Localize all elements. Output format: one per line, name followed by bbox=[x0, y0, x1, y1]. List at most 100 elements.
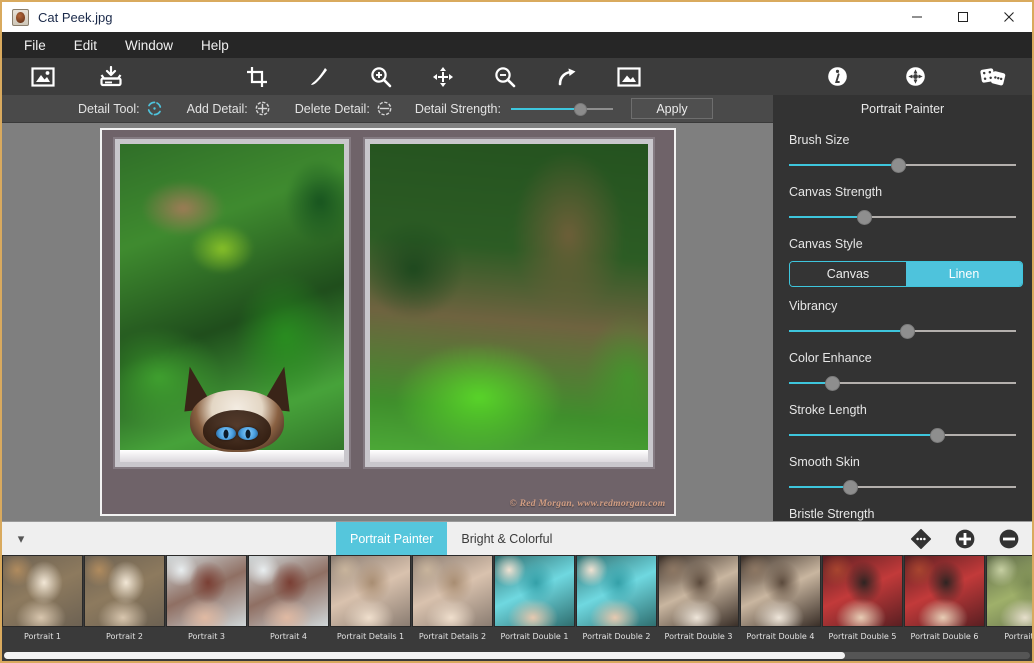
preset-thumbnail[interactable]: Portrait Double 6 bbox=[904, 555, 985, 641]
preset-thumbnail[interactable]: Portrait Double 4 bbox=[740, 555, 821, 641]
preset-thumbnail-image[interactable] bbox=[576, 555, 657, 627]
preset-thumbnail-image[interactable] bbox=[330, 555, 411, 627]
preset-options-icon[interactable] bbox=[910, 528, 932, 550]
pan-move-icon[interactable] bbox=[420, 60, 466, 93]
delete-detail-icon[interactable] bbox=[376, 100, 393, 117]
remove-preset-icon[interactable] bbox=[998, 528, 1020, 550]
apply-button[interactable]: Apply bbox=[631, 98, 713, 119]
control-vibrancy: Vibrancy bbox=[789, 299, 1016, 339]
preset-thumbnail-image[interactable] bbox=[84, 555, 165, 627]
preset-actions bbox=[910, 528, 1020, 550]
zoom-in-icon[interactable] bbox=[358, 60, 404, 93]
minimize-button[interactable] bbox=[894, 2, 940, 32]
thumbnail-scrollbar[interactable] bbox=[4, 652, 1030, 659]
cat-subject bbox=[176, 366, 298, 452]
brush-icon[interactable] bbox=[296, 60, 342, 93]
preset-thumbnail-image[interactable] bbox=[740, 555, 821, 627]
canvas-strength-slider[interactable] bbox=[789, 209, 1016, 225]
preset-thumbnail[interactable]: Portrait Details 2 bbox=[412, 555, 493, 641]
preset-thumbnail-image[interactable] bbox=[822, 555, 903, 627]
vibrancy-slider[interactable] bbox=[789, 323, 1016, 339]
main-content: © Red Morgan, www.redmorgan.com Brush Si… bbox=[2, 123, 1032, 521]
preset-thumbnail[interactable]: Portrait 1 bbox=[2, 555, 83, 641]
chevron-down-icon[interactable]: ▾ bbox=[2, 531, 40, 547]
slider-knob[interactable] bbox=[930, 428, 945, 443]
preset-thumbnail-label: Portrait Pet bbox=[986, 632, 1032, 641]
cat-face-mask bbox=[203, 410, 271, 450]
preset-thumbnail-label: Portrait Details 2 bbox=[412, 632, 493, 641]
preset-thumbnail[interactable]: Portrait Details 1 bbox=[330, 555, 411, 641]
add-detail-label: Add Detail: bbox=[187, 102, 248, 116]
slider-fill bbox=[789, 486, 850, 488]
preset-thumbnail-label: Portrait Details 1 bbox=[330, 632, 411, 641]
preset-thumbnail[interactable]: Portrait 4 bbox=[248, 555, 329, 641]
canvas-style-option-canvas[interactable]: Canvas bbox=[790, 262, 906, 286]
preset-thumbnail-image[interactable] bbox=[986, 555, 1032, 627]
preset-thumbnail-image[interactable] bbox=[248, 555, 329, 627]
toolbar bbox=[2, 58, 1032, 95]
control-stroke-length: Stroke Length bbox=[789, 403, 1016, 443]
slider-fill bbox=[789, 330, 907, 332]
preset-thumbnail[interactable]: Portrait Double 3 bbox=[658, 555, 739, 641]
image-canvas[interactable]: © Red Morgan, www.redmorgan.com bbox=[100, 128, 676, 516]
preset-thumbnail[interactable]: Portrait 3 bbox=[166, 555, 247, 641]
menu-item-edit[interactable]: Edit bbox=[60, 35, 111, 56]
canvas-style-option-linen[interactable]: Linen bbox=[906, 262, 1022, 286]
preset-thumbnail-image[interactable] bbox=[494, 555, 575, 627]
canvas-area[interactable]: © Red Morgan, www.redmorgan.com bbox=[2, 123, 773, 521]
save-image-icon[interactable] bbox=[88, 60, 134, 93]
crop-icon[interactable] bbox=[234, 60, 280, 93]
slider-knob[interactable] bbox=[857, 210, 872, 225]
preset-thumbnail-image[interactable] bbox=[412, 555, 493, 627]
control-label: Brush Size bbox=[789, 133, 1016, 147]
add-detail-icon[interactable] bbox=[254, 100, 271, 117]
title-bar: Cat Peek.jpg bbox=[2, 2, 1032, 32]
close-button[interactable] bbox=[986, 2, 1032, 32]
slider-knob[interactable] bbox=[900, 324, 915, 339]
dice-random-icon[interactable] bbox=[970, 60, 1016, 93]
menu-item-help[interactable]: Help bbox=[187, 35, 243, 56]
slider-knob[interactable] bbox=[891, 158, 906, 173]
maximize-button[interactable] bbox=[940, 2, 986, 32]
control-label: Canvas Strength bbox=[789, 185, 1016, 199]
preset-thumbnail-image[interactable] bbox=[166, 555, 247, 627]
preset-thumbnail[interactable]: Portrait Double 1 bbox=[494, 555, 575, 641]
preset-thumbnail-image[interactable] bbox=[658, 555, 739, 627]
preset-thumbnail[interactable]: Portrait Pet bbox=[986, 555, 1032, 641]
scrollbar-thumb[interactable] bbox=[4, 652, 845, 659]
menu-item-window[interactable]: Window bbox=[111, 35, 187, 56]
slider-knob[interactable] bbox=[843, 480, 858, 495]
panel-title: Portrait Painter bbox=[773, 95, 1032, 123]
preset-thumbnail-label: Portrait Double 2 bbox=[576, 632, 657, 641]
add-preset-icon[interactable] bbox=[954, 528, 976, 550]
preset-thumbnail[interactable]: Portrait Double 2 bbox=[576, 555, 657, 641]
menu-bar: File Edit Window Help bbox=[2, 32, 1032, 58]
preset-thumbnail-strip[interactable]: Portrait 1Portrait 2Portrait 3Portrait 4… bbox=[2, 555, 1032, 660]
menu-item-file[interactable]: File bbox=[10, 35, 60, 56]
preset-tab-bar: ▾ Portrait Painter Bright & Colorful bbox=[2, 521, 1032, 555]
tab-portrait-painter[interactable]: Portrait Painter bbox=[336, 522, 447, 556]
preset-thumbnail[interactable]: Portrait 2 bbox=[84, 555, 165, 641]
tab-bright-and-colorful[interactable]: Bright & Colorful bbox=[447, 522, 566, 556]
stroke-length-slider[interactable] bbox=[789, 427, 1016, 443]
smooth-skin-slider[interactable] bbox=[789, 479, 1016, 495]
preset-thumbnail-image[interactable] bbox=[904, 555, 985, 627]
slider-knob[interactable] bbox=[574, 103, 587, 116]
preset-thumbnail[interactable]: Portrait Double 5 bbox=[822, 555, 903, 641]
brush-size-slider[interactable] bbox=[789, 157, 1016, 173]
window-pane-right bbox=[370, 144, 648, 462]
preset-thumbnail-image[interactable] bbox=[2, 555, 83, 627]
redo-icon[interactable] bbox=[544, 60, 590, 93]
toolbar-right-group bbox=[814, 60, 1016, 93]
control-smooth-skin: Smooth Skin bbox=[789, 455, 1016, 495]
color-enhance-slider[interactable] bbox=[789, 375, 1016, 391]
settings-icon[interactable] bbox=[892, 60, 938, 93]
info-icon[interactable] bbox=[814, 60, 860, 93]
zoom-out-icon[interactable] bbox=[482, 60, 528, 93]
detail-tool-icon[interactable] bbox=[146, 100, 163, 117]
fit-image-icon[interactable] bbox=[606, 60, 652, 93]
slider-knob[interactable] bbox=[825, 376, 840, 391]
open-image-icon[interactable] bbox=[20, 60, 66, 93]
canvas-style-segmented[interactable]: Canvas Linen bbox=[789, 261, 1023, 287]
detail-strength-slider[interactable] bbox=[511, 102, 613, 116]
